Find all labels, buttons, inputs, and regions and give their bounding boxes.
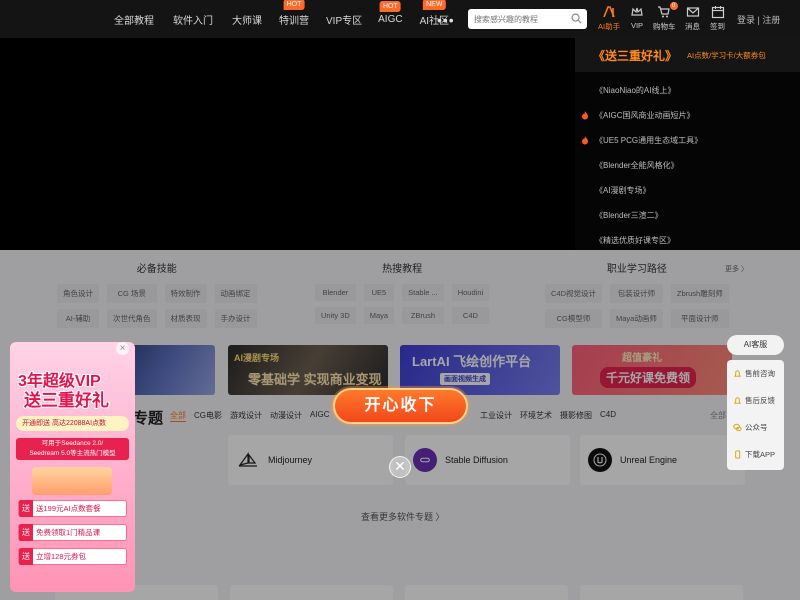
promo-description: 可用于Seedance 2.0/ Seedream 5.0等主流热门模型 bbox=[16, 438, 129, 460]
dropdown-title: 《送三重好礼》 bbox=[593, 48, 678, 63]
mail-icon bbox=[686, 7, 699, 17]
ai-icon bbox=[603, 6, 615, 18]
bell-icon bbox=[733, 397, 742, 404]
gift-box-icon bbox=[32, 467, 112, 495]
phone-icon bbox=[735, 450, 741, 459]
cart-icon bbox=[658, 6, 670, 18]
promo-subheadline: 送三重好礼 bbox=[24, 391, 109, 410]
accept-gift-button[interactable]: 开心收下 bbox=[333, 388, 468, 424]
checkin-button[interactable]: 签到 bbox=[710, 5, 725, 32]
promo-benefit[interactable]: 送免费领取1门精品课 bbox=[18, 524, 127, 541]
dropdown-item[interactable]: 《NiaoNiao的AI线上》 bbox=[575, 78, 800, 103]
new-badge: NEW bbox=[423, 0, 446, 10]
fire-icon bbox=[582, 136, 588, 145]
download-app-button[interactable]: 下载APP bbox=[727, 441, 784, 468]
wechat-icon bbox=[733, 423, 742, 432]
cart-count-badge: 0 bbox=[669, 2, 678, 10]
promo-benefit[interactable]: 送送199元AI点数套餐 bbox=[18, 500, 127, 517]
nav-master-class[interactable]: 大师课 bbox=[232, 12, 262, 27]
vip-crown-icon bbox=[631, 7, 643, 16]
dropdown-header[interactable]: 《送三重好礼》 AI点数/学习卡/大额券包 bbox=[575, 38, 800, 72]
fire-icon bbox=[582, 111, 588, 120]
search-icon[interactable] bbox=[571, 13, 582, 24]
search-input[interactable] bbox=[468, 14, 568, 24]
hot-badge: HOT bbox=[283, 0, 305, 10]
dropdown-item[interactable]: 《AIGC国风商业动画短片》 bbox=[575, 103, 800, 128]
page: 全部教程 软件入门 大师课 特训营 HOT VIP专区 AIGC HOT AI社区 N… bbox=[0, 0, 800, 600]
dropdown-list: 《NiaoNiao的AI线上》 《AIGC国风商业动画短片》 《UE5 PCG通… bbox=[575, 78, 800, 253]
official-account-button[interactable]: 公众号 bbox=[727, 414, 784, 441]
aigc-dropdown-menu: 《送三重好礼》 AI点数/学习卡/大额券包 《NiaoNiao的AI线上》 《A… bbox=[575, 38, 800, 250]
hot-badge: HOT bbox=[379, 0, 401, 12]
promo-strip: 开通即送 高达22088AI点数 bbox=[16, 416, 129, 431]
promo-benefit[interactable]: 送立增128元券包 bbox=[18, 548, 127, 565]
nav-aigc[interactable]: AIGC HOT bbox=[378, 0, 403, 25]
dropdown-item[interactable]: 《Blender全能风格化》 bbox=[575, 153, 800, 178]
calendar-icon bbox=[711, 6, 724, 19]
modal-close-icon[interactable]: ✕ bbox=[389, 456, 411, 478]
aftersale-feedback-button[interactable]: 售后反馈 bbox=[727, 387, 784, 414]
dropdown-item[interactable]: 《UE5 PCG通用生态域工具》 bbox=[575, 128, 800, 153]
vip-promo-card[interactable]: 3年超级VIP 送三重好礼 开通即送 高达22088AI点数 可用于Seedan… bbox=[10, 342, 135, 592]
dropdown-item[interactable]: 《AI漫剧专场》 bbox=[575, 178, 800, 203]
nav-vip-zone[interactable]: VIP专区 bbox=[326, 12, 362, 27]
promo-close-icon[interactable]: × bbox=[116, 342, 129, 355]
nav-links: 全部教程 软件入门 大师课 特训营 HOT VIP专区 AIGC HOT AI社区 N… bbox=[105, 0, 449, 38]
cart-button[interactable]: 0 购物车 bbox=[653, 2, 678, 32]
nav-training-camp[interactable]: 特训营 HOT bbox=[279, 0, 309, 27]
dropdown-item[interactable]: 《Blender三渲二》 bbox=[575, 203, 800, 228]
login-register-link[interactable]: 登录 | 注册 bbox=[737, 13, 780, 26]
search-box bbox=[468, 9, 587, 29]
nav-software-intro[interactable]: 软件入门 bbox=[173, 12, 213, 27]
top-nav: 全部教程 软件入门 大师课 特训营 HOT VIP专区 AIGC HOT AI社区 N… bbox=[0, 0, 800, 38]
presale-consult-button[interactable]: 售前咨询 bbox=[727, 360, 784, 387]
ai-service-button[interactable]: AI客服 bbox=[727, 335, 784, 355]
nav-all-courses[interactable]: 全部教程 bbox=[114, 12, 154, 27]
bell-icon bbox=[733, 370, 742, 377]
more-icon[interactable]: ••• bbox=[437, 12, 455, 28]
messages-button[interactable]: 消息 bbox=[685, 5, 700, 32]
dropdown-subtitle: AI点数/学习卡/大额券包 bbox=[687, 50, 766, 60]
vip-button[interactable]: VIP bbox=[630, 5, 644, 30]
ai-assistant-button[interactable]: AI助手 bbox=[598, 5, 620, 32]
side-service-panel: 售前咨询 售后反馈 公众号 下载APP bbox=[727, 360, 784, 470]
